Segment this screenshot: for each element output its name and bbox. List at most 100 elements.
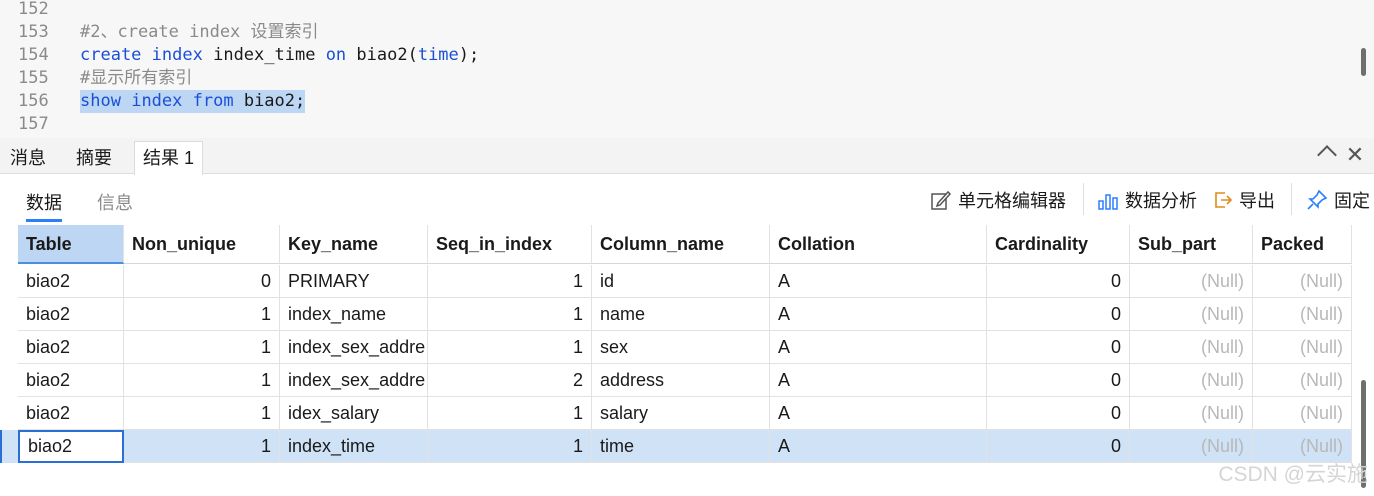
table-cell[interactable]: 0 (987, 364, 1130, 397)
data-analysis-button[interactable]: 数据分析 (1097, 187, 1197, 213)
table-cell[interactable]: A (770, 364, 987, 397)
table-cell[interactable]: A (770, 265, 987, 298)
column-header-seq-in-index[interactable]: Seq_in_index (428, 225, 592, 264)
table-cell[interactable]: 0 (124, 265, 280, 298)
table-cell[interactable]: (Null) (1253, 331, 1352, 364)
table-row[interactable]: biao2 0 PRIMARY 1 id A 0 (Null) (Null) (18, 265, 1352, 298)
code-line[interactable]: 154 create index index_time on biao2(time… (0, 44, 1352, 67)
table-cell[interactable]: 1 (428, 298, 592, 331)
table-cell[interactable]: 1 (428, 331, 592, 364)
sql-editor[interactable]: 152 153 #2、create index 设置索引 154 create inde… (0, 0, 1374, 138)
table-cell[interactable]: (Null) (1253, 364, 1352, 397)
table-cell[interactable]: 2 (428, 364, 592, 397)
table-cell[interactable]: 1 (428, 430, 592, 463)
code-text: create index index_time on biao2(time); (80, 44, 479, 67)
row-selector[interactable] (0, 265, 18, 298)
table-row[interactable]: biao2 1 index_sex_addre 1 sex A 0 (Null) (Null) (18, 331, 1352, 364)
column-header-sub-part[interactable]: Sub_part (1130, 225, 1253, 264)
table-cell[interactable]: 0 (987, 331, 1130, 364)
table-cell[interactable]: A (770, 298, 987, 331)
row-selector[interactable] (0, 331, 18, 364)
table-cell[interactable]: (Null) (1130, 397, 1253, 430)
table-cell[interactable]: index_sex_addre (280, 331, 428, 364)
table-cell[interactable]: sex (592, 331, 770, 364)
table-cell[interactable]: biao2 (18, 364, 124, 397)
export-button[interactable]: 导出 (1211, 187, 1275, 213)
result-subtab-bar: 数据 信息 单元格编辑器 数据分析 导出 固定 (0, 175, 1374, 225)
table-cell[interactable]: name (592, 298, 770, 331)
table-cell[interactable]: 0 (987, 397, 1130, 430)
table-cell[interactable]: (Null) (1130, 364, 1253, 397)
column-header-column-name[interactable]: Column_name (592, 225, 770, 264)
table-cell[interactable]: 0 (987, 298, 1130, 331)
table-cell[interactable]: index_name (280, 298, 428, 331)
code-line[interactable]: 156 show index from biao2; (0, 90, 1352, 113)
table-cell[interactable]: biao2 (18, 331, 124, 364)
tab-result-1[interactable]: 结果 1 (134, 141, 204, 175)
column-header-cardinality[interactable]: Cardinality (987, 225, 1130, 264)
table-cell[interactable]: (Null) (1253, 397, 1352, 430)
row-selector[interactable] (0, 397, 18, 430)
table-cell[interactable]: PRIMARY (280, 265, 428, 298)
line-number: 154 (18, 45, 49, 65)
pin-button[interactable]: 固定 (1306, 187, 1370, 213)
table-cell[interactable]: 1 (124, 430, 280, 463)
table-cell[interactable]: A (770, 430, 987, 463)
table-cell[interactable]: A (770, 331, 987, 364)
table-cell[interactable]: (Null) (1130, 331, 1253, 364)
tab-summary[interactable]: 摘要 (76, 144, 112, 174)
subtab-info[interactable]: 信息 (97, 189, 133, 215)
editor-scrollbar[interactable] (1361, 48, 1366, 76)
code-line[interactable]: 153 #2、create index 设置索引 (0, 21, 1352, 44)
cell-editor-input[interactable]: biao2 (18, 430, 124, 463)
table-cell[interactable]: 1 (124, 331, 280, 364)
sql-keyword: create (80, 45, 142, 65)
table-cell[interactable]: id (592, 265, 770, 298)
table-cell[interactable]: 0 (987, 265, 1130, 298)
code-line[interactable]: 157 (0, 113, 1352, 136)
table-cell[interactable]: time (592, 430, 770, 463)
cell-editor-button[interactable]: 单元格编辑器 (930, 187, 1066, 213)
table-cell[interactable]: 1 (124, 364, 280, 397)
result-grid[interactable]: Table Non_unique Key_name Seq_in_index Colum… (0, 225, 1356, 496)
tab-messages[interactable]: 消息 (10, 144, 46, 174)
code-text: #2、create index 设置索引 (80, 21, 319, 44)
table-row[interactable]: biao2 1 index_name 1 name A 0 (Null) (Null) (18, 298, 1352, 331)
table-cell[interactable]: 1 (124, 397, 280, 430)
table-cell[interactable]: address (592, 364, 770, 397)
table-cell[interactable]: 0 (987, 430, 1130, 463)
table-row[interactable]: biao2 1 index_sex_addre 2 address A 0 (Null) (Nu… (18, 364, 1352, 397)
table-cell[interactable]: index_sex_addre (280, 364, 428, 397)
sql-keyword: show (80, 91, 121, 111)
table-cell[interactable]: index_time (280, 430, 428, 463)
table-cell[interactable]: idex_salary (280, 397, 428, 430)
close-icon[interactable]: ✕ (1344, 144, 1366, 166)
row-selector[interactable] (0, 298, 18, 331)
table-cell[interactable]: 1 (428, 265, 592, 298)
table-cell[interactable]: (Null) (1253, 265, 1352, 298)
table-cell[interactable]: A (770, 397, 987, 430)
code-line[interactable]: 155 #显示所有索引 (0, 67, 1352, 90)
table-row[interactable]: biao2 1 index_time 1 time A 0 (Null) (Null) (18, 430, 1352, 463)
table-row[interactable]: biao2 1 idex_salary 1 salary A 0 (Null) (Null) (18, 397, 1352, 430)
row-selector[interactable] (0, 364, 18, 397)
table-cell[interactable]: (Null) (1130, 298, 1253, 331)
table-cell[interactable]: 1 (428, 397, 592, 430)
column-header-packed[interactable]: Packed (1253, 225, 1352, 264)
table-cell[interactable]: biao2 (18, 265, 124, 298)
column-header-key-name[interactable]: Key_name (280, 225, 428, 264)
table-cell[interactable]: 1 (124, 298, 280, 331)
table-cell[interactable]: biao2 (18, 298, 124, 331)
subtab-data[interactable]: 数据 (26, 189, 62, 222)
column-header-table[interactable]: Table (18, 225, 124, 264)
table-cell[interactable]: salary (592, 397, 770, 430)
row-selector[interactable] (0, 430, 18, 463)
table-cell[interactable]: (Null) (1130, 265, 1253, 298)
code-line[interactable]: 152 (0, 0, 1352, 21)
grid-header-row: Table Non_unique Key_name Seq_in_index Colum… (18, 225, 1352, 264)
column-header-collation[interactable]: Collation (770, 225, 987, 264)
table-cell[interactable]: biao2 (18, 397, 124, 430)
table-cell[interactable]: (Null) (1253, 298, 1352, 331)
column-header-non-unique[interactable]: Non_unique (124, 225, 280, 264)
sql-token: ); (458, 45, 480, 65)
